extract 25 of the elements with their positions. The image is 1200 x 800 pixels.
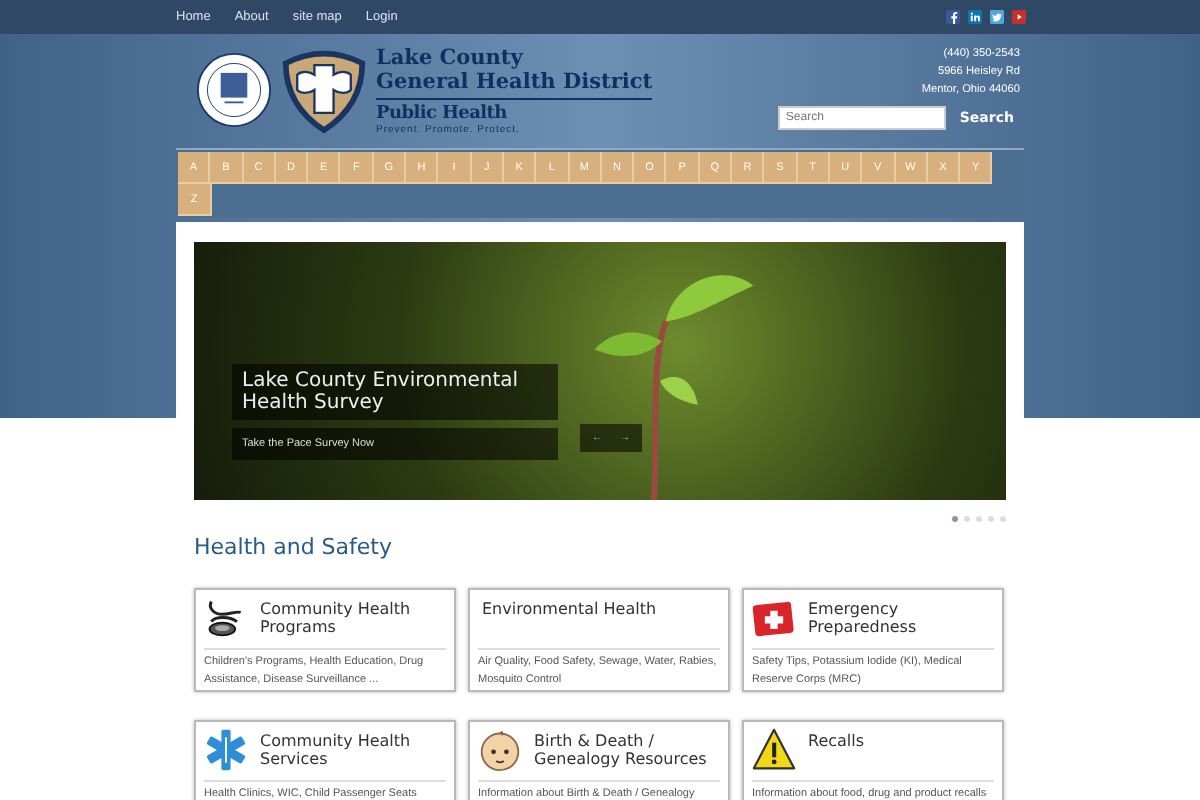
star-of-life-icon: [204, 728, 248, 772]
linkedin-icon[interactable]: [968, 10, 982, 24]
card-title: Emergency Preparedness: [806, 598, 919, 636]
slide-dot[interactable]: [964, 516, 970, 522]
card-title: Environmental Health: [480, 598, 657, 618]
slide-title: Lake County Environmental Health Survey: [232, 364, 558, 420]
brand-name: Public Health: [376, 103, 509, 123]
twitter-icon[interactable]: [990, 10, 1004, 24]
slide-dot[interactable]: [988, 516, 994, 522]
slide-dot[interactable]: [1000, 516, 1006, 522]
slide-dot[interactable]: [976, 516, 982, 522]
baby-face-icon: [478, 728, 522, 772]
first-aid-kit-icon: [752, 596, 796, 640]
card-title: Birth & Death / Genealogy Resources: [532, 730, 709, 768]
slide-dot[interactable]: [952, 516, 958, 522]
facebook-icon[interactable]: [946, 10, 960, 24]
card-title: Community Health Services: [258, 730, 413, 768]
youtube-icon[interactable]: [1012, 10, 1026, 24]
accreditation-seal-icon: [196, 52, 272, 128]
card-title: Recalls: [806, 730, 865, 750]
section-heading: Health and Safety: [194, 534, 394, 562]
card-title: Community Health Programs: [258, 598, 413, 636]
shield-cross-icon: [280, 46, 368, 134]
warning-icon: [752, 728, 796, 772]
organization-name: Lake County General Health District: [376, 45, 653, 99]
